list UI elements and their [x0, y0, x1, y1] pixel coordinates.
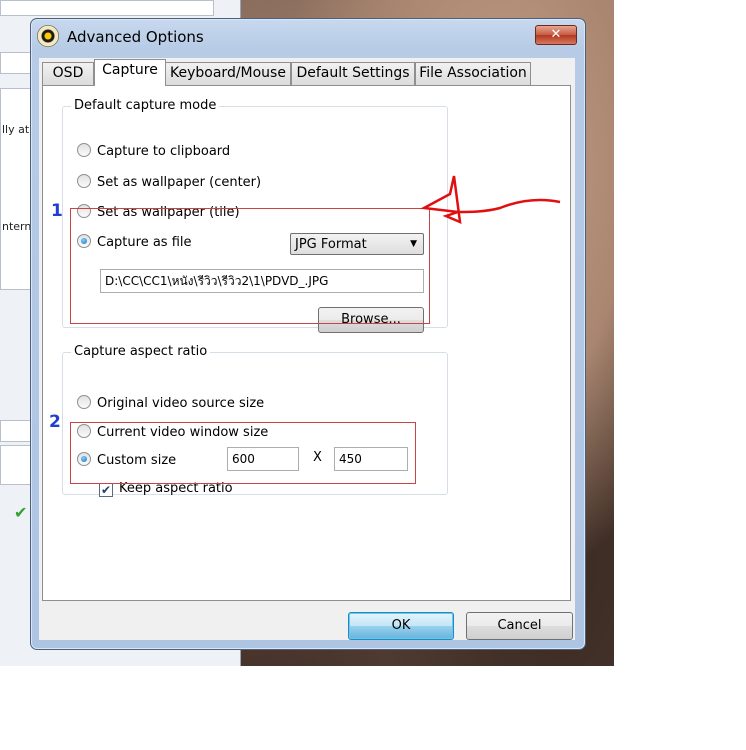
- background-tab-stub: [0, 52, 32, 74]
- capture-tab-panel: Default capture mode Capture to clipboar…: [42, 85, 571, 601]
- dialog-title: Advanced Options: [67, 28, 204, 46]
- background-text-line-2: ntern: [2, 220, 32, 233]
- tab-default-settings[interactable]: Default Settings: [291, 62, 415, 85]
- radio-button[interactable]: [77, 395, 91, 409]
- cancel-button[interactable]: Cancel: [466, 612, 573, 640]
- annotation-marker-2: 2: [49, 412, 61, 432]
- highlight-box-2: [70, 422, 416, 484]
- radio-wallpaper-center[interactable]: Set as wallpaper (center): [77, 174, 261, 190]
- dialog-client-area: OSD Capture Keyboard/Mouse Default Setti…: [39, 58, 575, 640]
- tab-file-association[interactable]: File Association: [415, 62, 531, 85]
- checkbox-checked-icon[interactable]: ✔: [99, 483, 113, 497]
- tab-osd[interactable]: OSD: [42, 62, 94, 85]
- tab-keyboard-mouse[interactable]: Keyboard/Mouse: [165, 62, 291, 85]
- annotation-marker-1: 1: [51, 201, 63, 221]
- radio-button[interactable]: [77, 174, 91, 188]
- group-title-capture-mode: Default capture mode: [71, 98, 220, 113]
- group-title-aspect-ratio: Capture aspect ratio: [71, 344, 211, 359]
- background-panel-top: [0, 0, 214, 16]
- radio-button[interactable]: [77, 143, 91, 157]
- red-arrow-icon: [420, 175, 561, 225]
- app-eye-icon: [37, 25, 59, 47]
- radio-capture-clipboard[interactable]: Capture to clipboard: [77, 143, 230, 159]
- advanced-options-dialog: Advanced Options ✕ OSD Capture Keyboard/…: [30, 18, 586, 650]
- highlight-box-1: [70, 208, 430, 324]
- ok-button[interactable]: OK: [348, 612, 454, 640]
- radio-label: Capture to clipboard: [97, 144, 231, 159]
- background-text-line-1: lly at: [2, 123, 30, 136]
- check-icon: ✔: [14, 503, 28, 522]
- background-panel-low: [0, 445, 31, 485]
- tab-capture[interactable]: Capture: [94, 59, 166, 86]
- background-panel-mid: [0, 88, 31, 290]
- radio-label: Set as wallpaper (center): [97, 175, 262, 190]
- background-button-stub: [0, 420, 31, 442]
- radio-original-size[interactable]: Original video source size: [77, 395, 264, 411]
- close-button[interactable]: ✕: [535, 25, 577, 45]
- radio-label: Original video source size: [97, 396, 265, 411]
